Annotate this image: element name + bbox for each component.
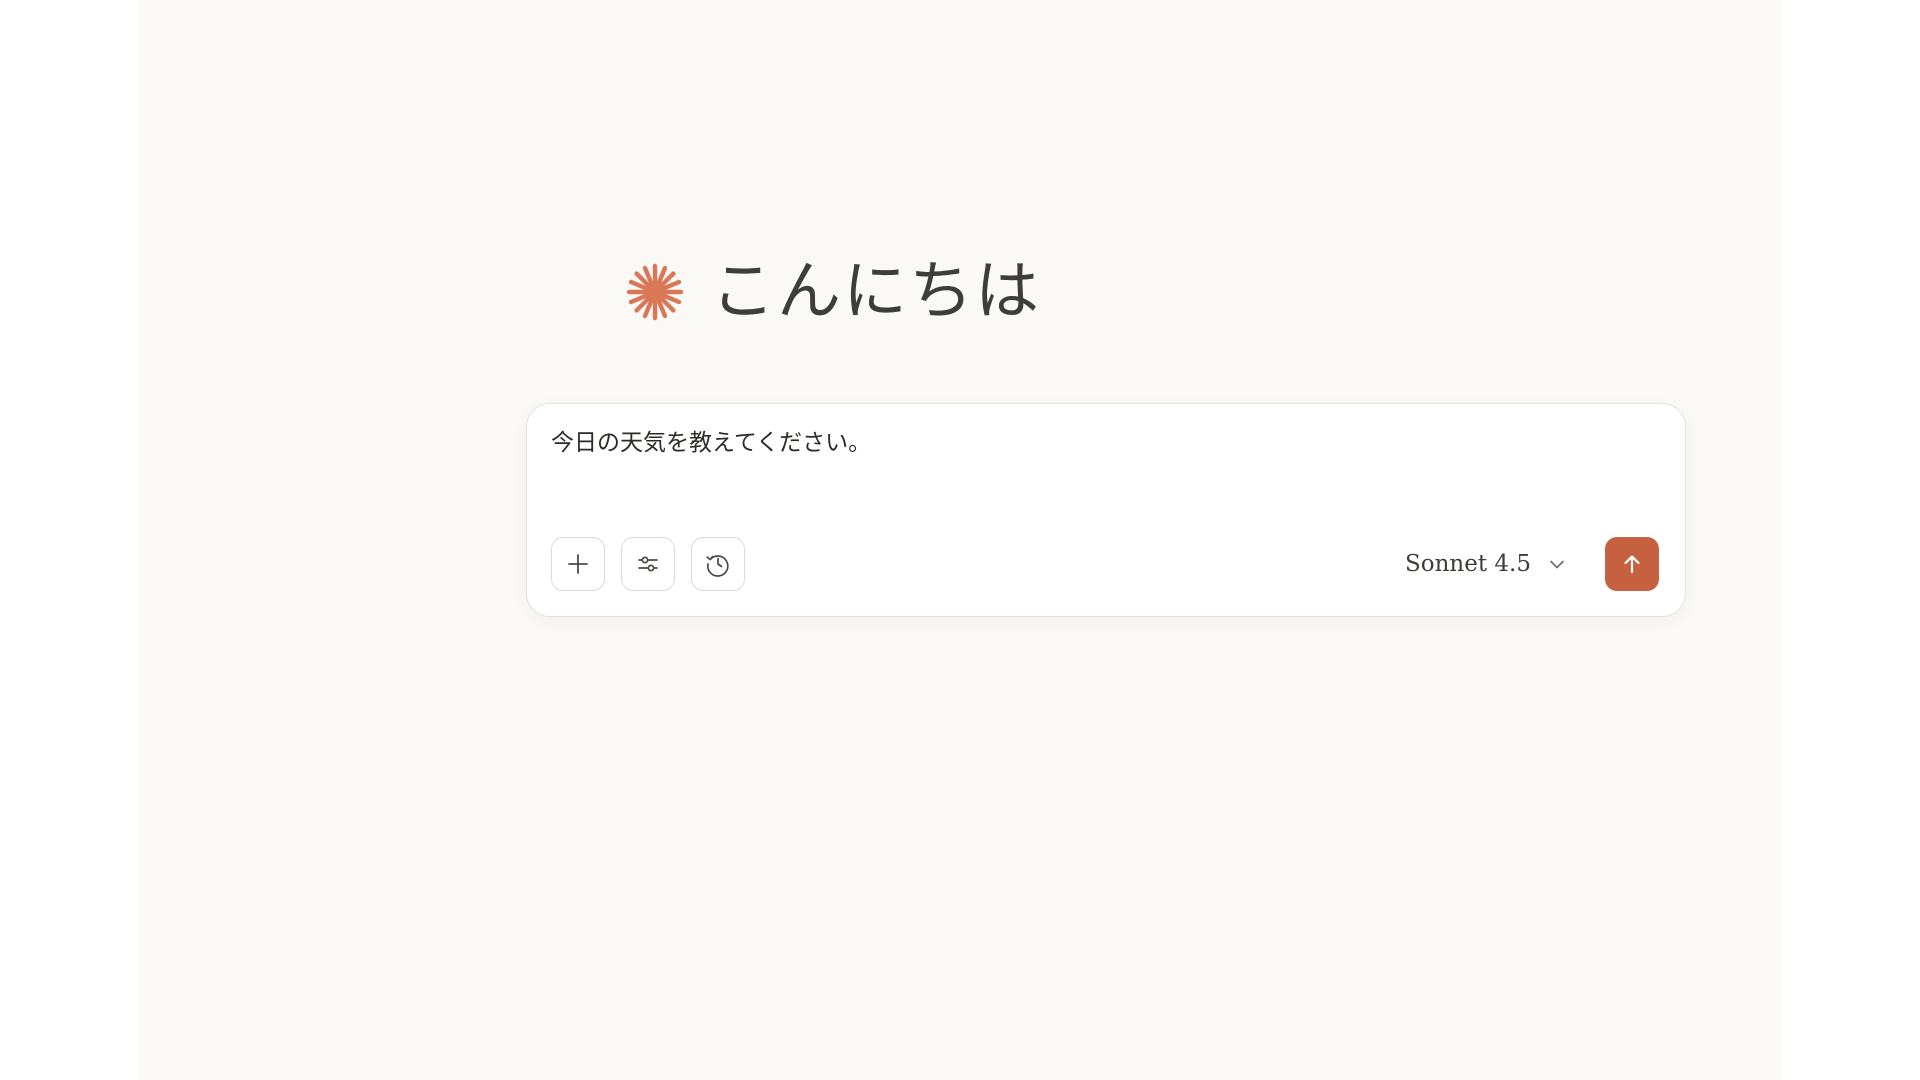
model-selector[interactable]: Sonnet 4.5	[1405, 542, 1567, 586]
sliders-icon	[638, 556, 658, 572]
add-button[interactable]	[551, 537, 605, 591]
greeting: こんにちは	[625, 252, 1041, 332]
asterisk-logo-icon	[626, 263, 684, 321]
tools-button[interactable]	[621, 537, 675, 591]
chevron-down-icon	[1550, 560, 1564, 569]
greeting-text: こんにちは	[711, 255, 1041, 329]
plus-icon	[568, 554, 588, 574]
main-page: こんにちは 今日の天気を教えてください。 Sonnet 4.5	[138, 0, 1782, 1080]
send-button[interactable]	[1605, 537, 1659, 591]
message-composer: 今日の天気を教えてください。 Sonnet 4.5	[526, 403, 1686, 617]
message-input[interactable]: 今日の天気を教えてください。	[551, 430, 871, 458]
clock-icon	[706, 555, 729, 577]
arrow-up-icon	[1624, 555, 1640, 574]
history-button[interactable]	[691, 537, 745, 591]
model-name: Sonnet 4.5	[1405, 551, 1531, 577]
